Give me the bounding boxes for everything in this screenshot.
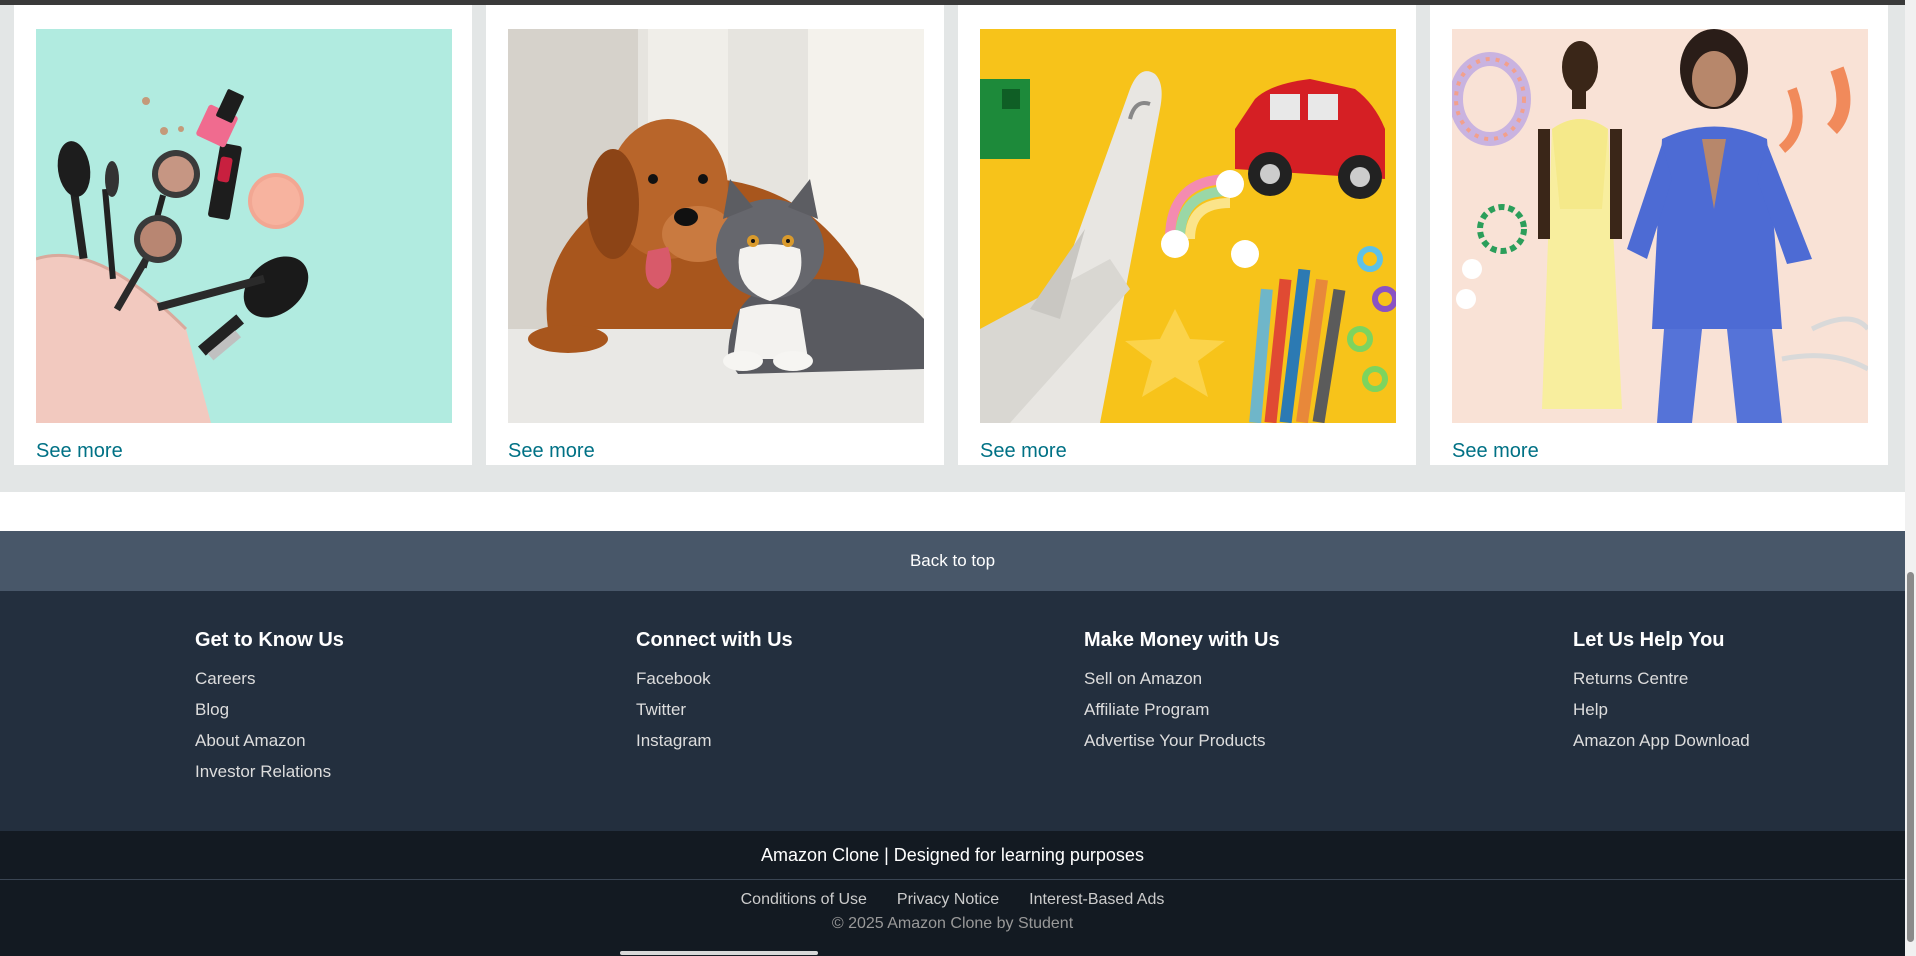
- footer-link-blog[interactable]: Blog: [195, 694, 344, 725]
- see-more-link[interactable]: See more: [36, 440, 123, 463]
- category-card-beauty: See more: [14, 4, 472, 465]
- footer-link-facebook[interactable]: Facebook: [636, 663, 793, 694]
- category-card-fashion: See more: [1430, 4, 1888, 465]
- fashion-image[interactable]: [1452, 29, 1868, 423]
- footer-link-advertise-products[interactable]: Advertise Your Products: [1084, 725, 1280, 756]
- footer-link-app-download[interactable]: Amazon App Download: [1573, 725, 1750, 756]
- footer-column-connect-with-us: Connect with Us Facebook Twitter Instagr…: [636, 629, 793, 756]
- category-card-pets: See more: [486, 4, 944, 465]
- see-more-link[interactable]: See more: [508, 440, 595, 463]
- see-more-link[interactable]: See more: [980, 440, 1067, 463]
- back-to-top-button[interactable]: Back to top: [0, 531, 1905, 591]
- footer-column-title: Let Us Help You: [1573, 629, 1725, 651]
- toys-image[interactable]: [980, 29, 1396, 423]
- footer-link-sell-on-amazon[interactable]: Sell on Amazon: [1084, 663, 1280, 694]
- copyright-text: © 2025 Amazon Clone by Student: [831, 915, 1074, 932]
- top-edge-strip: [0, 0, 1916, 5]
- footer-divider: [0, 879, 1905, 880]
- footer-column-title: Get to Know Us: [195, 629, 344, 651]
- section-spacer: [0, 492, 1905, 531]
- fashion-illustration: [1452, 29, 1868, 423]
- conditions-of-use-link[interactable]: Conditions of Use: [741, 891, 867, 913]
- footer-link-returns-centre[interactable]: Returns Centre: [1573, 663, 1750, 694]
- footer-bottom-section: Amazon Clone | Designed for learning pur…: [0, 831, 1905, 956]
- footer-link-investor-relations[interactable]: Investor Relations: [195, 756, 344, 787]
- privacy-notice-link[interactable]: Privacy Notice: [897, 891, 999, 913]
- interest-based-ads-link[interactable]: Interest-Based Ads: [1029, 891, 1164, 913]
- footer-link-affiliate-program[interactable]: Affiliate Program: [1084, 694, 1280, 725]
- footer-column-title: Make Money with Us: [1084, 629, 1280, 651]
- page: See more See more See more See more Back…: [0, 0, 1916, 956]
- see-more-link[interactable]: See more: [1452, 440, 1539, 463]
- bottom-edge: [0, 946, 1905, 956]
- footer-column-get-to-know-us: Get to Know Us Careers Blog About Amazon…: [195, 629, 344, 787]
- footer-link-instagram[interactable]: Instagram: [636, 725, 793, 756]
- footer-column-title: Connect with Us: [636, 629, 793, 651]
- beauty-image[interactable]: [36, 29, 452, 423]
- footer-credit-text: Amazon Clone | Designed for learning pur…: [761, 844, 1144, 865]
- footer-links-section: Get to Know Us Careers Blog About Amazon…: [0, 591, 1905, 831]
- footer-link-careers[interactable]: Careers: [195, 663, 344, 694]
- toys-illustration: [980, 29, 1396, 423]
- footer-column-make-money-with-us: Make Money with Us Sell on Amazon Affili…: [1084, 629, 1280, 756]
- makeup-illustration: [36, 29, 452, 423]
- footer-link-twitter[interactable]: Twitter: [636, 694, 793, 725]
- bottom-edge-indicator: [620, 951, 818, 955]
- category-card-toys: See more: [958, 4, 1416, 465]
- footer-link-help[interactable]: Help: [1573, 694, 1750, 725]
- legal-links: Conditions of Use Privacy Notice Interes…: [0, 891, 1905, 913]
- footer-link-about-amazon[interactable]: About Amazon: [195, 725, 344, 756]
- scrollbar-thumb[interactable]: [1907, 572, 1914, 942]
- category-cards-section: See more See more See more See more: [0, 0, 1905, 492]
- footer-column-let-us-help-you: Let Us Help You Returns Centre Help Amaz…: [1573, 629, 1750, 756]
- pets-image[interactable]: [508, 29, 924, 423]
- dog-and-cat-illustration: [508, 29, 924, 423]
